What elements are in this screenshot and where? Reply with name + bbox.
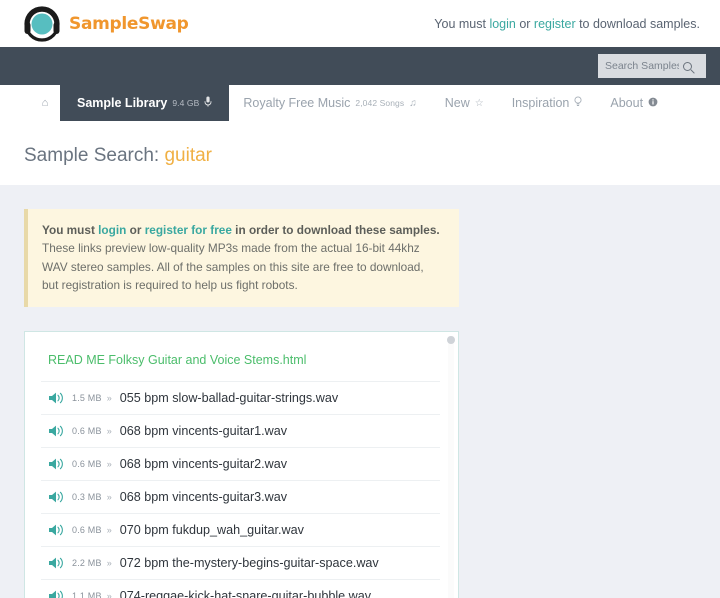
star-icon: ☆ — [475, 98, 484, 109]
page-title-band: Sample Search: guitar — [0, 121, 720, 185]
table-row[interactable]: 0.6 MB » 068 bpm vincents-guitar2.wav — [41, 448, 440, 481]
nav-item-label: Inspiration — [512, 96, 570, 110]
speaker-icon[interactable] — [48, 457, 65, 471]
file-name: 074-reggae-kick-hat-snare-guitar-bubble.… — [120, 589, 371, 598]
notice-prefix: You must — [434, 17, 489, 31]
speaker-icon[interactable] — [48, 589, 65, 598]
file-size: 1.5 MB — [72, 393, 102, 403]
header-login-notice: You must login or register to download s… — [434, 17, 700, 31]
music-note-icon: ♫ — [409, 98, 417, 109]
table-row[interactable]: 0.6 MB » 068 bpm vincents-guitar1.wav — [41, 415, 440, 448]
file-name: 070 bpm fukdup_wah_guitar.wav — [120, 523, 304, 537]
home-icon[interactable]: ⌂ — [30, 85, 60, 121]
file-name: 068 bpm vincents-guitar3.wav — [120, 490, 287, 504]
file-size: 0.6 MB — [72, 525, 102, 535]
nav-item-royalty-free-music[interactable]: Royalty Free Music 2,042 Songs ♫ — [229, 85, 430, 121]
nav-item-label: New — [445, 96, 470, 110]
speaker-icon[interactable] — [48, 523, 65, 537]
file-name: 055 bpm slow-ballad-guitar-strings.wav — [120, 391, 338, 405]
page-title: Sample Search: guitar — [0, 121, 720, 185]
nav-item-label: About — [610, 96, 643, 110]
nav-item-label: Royalty Free Music — [243, 96, 350, 110]
separator-icon: » — [107, 459, 112, 469]
microphone-icon — [204, 96, 212, 110]
nav-item-label: Sample Library — [77, 96, 167, 110]
info-icon — [648, 97, 658, 110]
scrollbar-track[interactable] — [448, 336, 454, 598]
nav-item-inspiration[interactable]: Inspiration — [498, 85, 597, 121]
page-title-query: guitar — [164, 145, 212, 166]
header-login-link[interactable]: login — [489, 17, 515, 31]
top-header: SampleSwap You must login or register to… — [0, 0, 720, 47]
alert-login-link[interactable]: login — [98, 223, 126, 237]
separator-icon: » — [107, 558, 112, 568]
file-size: 0.3 MB — [72, 492, 102, 502]
nav-item-about[interactable]: About — [596, 85, 672, 121]
readme-row[interactable]: READ ME Folksy Guitar and Voice Stems.ht… — [41, 340, 440, 382]
table-row[interactable]: 0.6 MB » 070 bpm fukdup_wah_guitar.wav — [41, 514, 440, 547]
file-size: 0.6 MB — [72, 459, 102, 469]
nav-item-sublabel: 2,042 Songs — [355, 98, 404, 108]
notice-or: or — [516, 17, 534, 31]
separator-icon: » — [107, 525, 112, 535]
readme-link[interactable]: READ ME Folksy Guitar and Voice Stems.ht… — [48, 353, 306, 367]
search-icon[interactable] — [683, 62, 692, 71]
sample-list-panel: READ ME Folksy Guitar and Voice Stems.ht… — [24, 331, 459, 598]
lightbulb-icon — [574, 96, 582, 110]
search-box[interactable] — [598, 54, 706, 78]
table-row[interactable]: 0.3 MB » 068 bpm vincents-guitar3.wav — [41, 481, 440, 514]
nav-item-new[interactable]: New ☆ — [431, 85, 498, 121]
registration-alert: You must login or register for free in o… — [24, 209, 459, 307]
file-size: 0.6 MB — [72, 426, 102, 436]
nav-item-sublabel: 9.4 GB — [172, 98, 199, 108]
separator-icon: » — [107, 393, 112, 403]
file-size: 1.1 MB — [72, 591, 102, 598]
alert-bold-prefix: You must — [42, 223, 98, 237]
sample-list: READ ME Folksy Guitar and Voice Stems.ht… — [25, 332, 458, 598]
table-row[interactable]: 2.2 MB » 072 bpm the-mystery-begins-guit… — [41, 547, 440, 580]
table-row[interactable]: 1.1 MB » 074-reggae-kick-hat-snare-guita… — [41, 580, 440, 598]
site-logo-text: SampleSwap — [69, 14, 189, 34]
speaker-icon[interactable] — [48, 556, 65, 570]
file-name: 072 bpm the-mystery-begins-guitar-space.… — [120, 556, 379, 570]
header-register-link[interactable]: register — [534, 17, 576, 31]
speaker-icon[interactable] — [48, 424, 65, 438]
notice-suffix: to download samples. — [576, 17, 700, 31]
page-title-prefix: Sample Search: — [24, 145, 164, 166]
separator-icon: » — [107, 492, 112, 502]
separator-icon: » — [107, 426, 112, 436]
alert-bold-suffix: in order to download these samples. — [232, 223, 440, 237]
main-navigation: ⌂ Sample Library 9.4 GB Royalty Free Mus… — [0, 85, 720, 121]
file-size: 2.2 MB — [72, 558, 102, 568]
alert-register-link[interactable]: register for free — [145, 223, 232, 237]
file-name: 068 bpm vincents-guitar2.wav — [120, 457, 287, 471]
page-body: You must login or register for free in o… — [0, 209, 720, 598]
alert-bold-or: or — [126, 223, 144, 237]
headphones-icon — [22, 5, 64, 43]
file-name: 068 bpm vincents-guitar1.wav — [120, 424, 287, 438]
site-logo[interactable]: SampleSwap — [22, 5, 189, 43]
nav-item-sample-library[interactable]: Sample Library 9.4 GB — [60, 64, 229, 121]
separator-icon: » — [107, 591, 112, 598]
speaker-icon[interactable] — [48, 391, 65, 405]
alert-body-text: These links preview low-quality MP3s mad… — [42, 241, 424, 292]
search-input[interactable] — [605, 60, 679, 72]
speaker-icon[interactable] — [48, 490, 65, 504]
table-row[interactable]: 1.5 MB » 055 bpm slow-ballad-guitar-stri… — [41, 382, 440, 415]
